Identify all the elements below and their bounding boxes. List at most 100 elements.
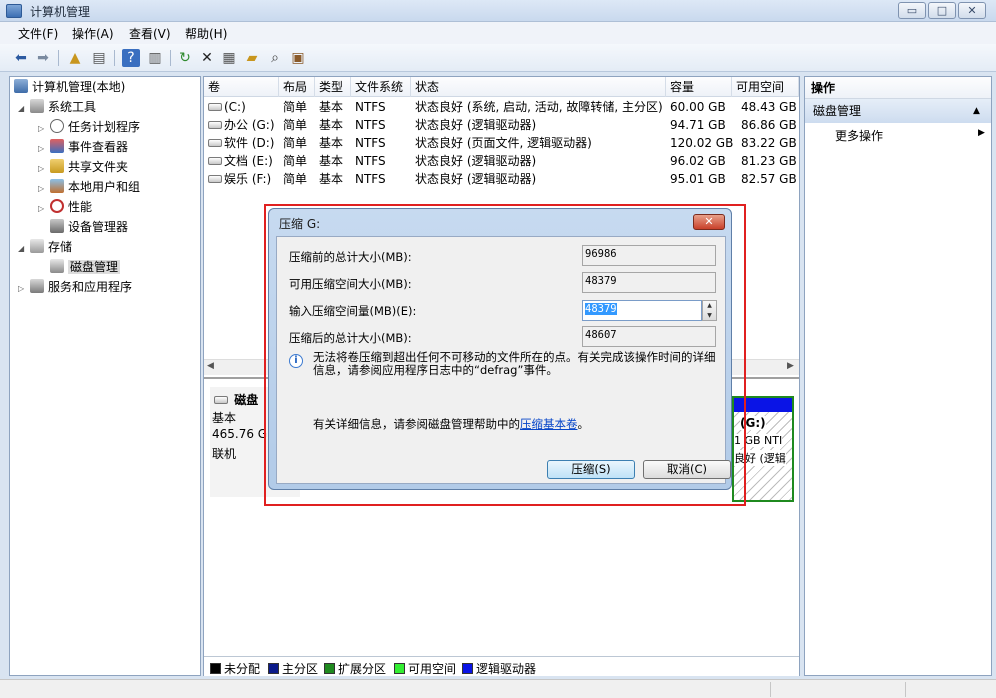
expand-arrow-icon[interactable]: ▷	[38, 139, 50, 159]
legend-swatch	[268, 663, 279, 674]
menu-bar: 文件(F) 操作(A) 查看(V) 帮助(H)	[0, 22, 996, 44]
action-pane-icon[interactable]: ▥	[146, 49, 164, 67]
legend-logical: 逻辑驱动器	[462, 660, 536, 677]
collapse-arrow-icon[interactable]: ◢	[18, 239, 30, 259]
status-divider	[905, 682, 906, 697]
total-before-label: 压缩前的总计大小(MB):	[289, 250, 412, 264]
event-viewer-icon	[50, 139, 64, 153]
menu-action[interactable]: 操作(A)	[72, 25, 114, 42]
device-manager-icon	[50, 219, 64, 233]
column-capacity[interactable]: 容量	[666, 77, 732, 97]
legend-bar: 未分配 主分区 扩展分区 可用空间 逻辑驱动器	[204, 656, 799, 676]
tree-item-event-viewer[interactable]: ▷ 事件查看器	[38, 137, 128, 157]
clock-icon	[50, 119, 64, 133]
status-divider	[770, 682, 771, 697]
cancel-button[interactable]: 取消(C)	[643, 460, 731, 479]
console-tree-icon[interactable]: ▤	[90, 49, 108, 67]
table-row[interactable]: 文档 (E:) 简单 基本 NTFS 状态良好 (逻辑驱动器) 96.02 GB…	[204, 152, 799, 170]
table-row[interactable]: 办公 (G:) 简单 基本 NTFS 状态良好 (逻辑驱动器) 94.71 GB…	[204, 116, 799, 134]
close-window-button[interactable]: ✕	[958, 2, 986, 19]
actions-group-disk-management[interactable]: 磁盘管理 ▲	[805, 99, 991, 123]
legend-swatch	[324, 663, 335, 674]
maximize-button[interactable]: □	[928, 2, 956, 19]
scroll-right-arrow-icon[interactable]: ▶	[787, 361, 794, 371]
expand-arrow-icon[interactable]: ▷	[38, 159, 50, 179]
title-bar: 计算机管理 ▭ □ ✕	[0, 0, 996, 22]
tree-item-root[interactable]: 计算机管理(本地)	[14, 77, 125, 97]
legend-primary: 主分区	[268, 660, 318, 677]
tree-item-disk-management[interactable]: 磁盘管理	[50, 257, 121, 277]
tree-item-system-tools[interactable]: ◢ 系统工具	[18, 97, 96, 117]
drive-icon	[208, 139, 222, 147]
expand-arrow-icon[interactable]: ▷	[18, 279, 30, 299]
table-row[interactable]: (C:) 简单 基本 NTFS 状态良好 (系统, 启动, 活动, 故障转储, …	[204, 98, 799, 116]
expand-arrow-icon[interactable]: ▷	[38, 199, 50, 219]
toolbar-separator	[58, 50, 59, 66]
legend-swatch	[210, 663, 221, 674]
collapse-arrow-icon[interactable]: ◢	[18, 99, 30, 119]
info-icon: i	[289, 354, 303, 368]
spin-down-icon[interactable]: ▼	[703, 311, 716, 321]
table-row[interactable]: 软件 (D:) 简单 基本 NTFS 状态良好 (页面文件, 逻辑驱动器) 12…	[204, 134, 799, 152]
legend-swatch	[394, 663, 405, 674]
help-icon[interactable]: ?	[122, 49, 140, 67]
properties-icon[interactable]: ▦	[220, 49, 238, 67]
shrink-amount-label: 输入压缩空间量(MB)(E):	[289, 304, 417, 318]
storage-icon	[30, 239, 44, 253]
status-bar	[0, 679, 996, 698]
spin-up-icon[interactable]: ▲	[703, 301, 716, 311]
tree-item-performance[interactable]: ▷ 性能	[38, 197, 92, 217]
column-type[interactable]: 类型	[315, 77, 351, 97]
column-volume[interactable]: 卷	[204, 77, 279, 97]
actions-pane: 操作 磁盘管理 ▲ 更多操作 ▶	[804, 76, 992, 676]
tree-item-local-users[interactable]: ▷ 本地用户和组	[38, 177, 140, 197]
search-icon[interactable]: ⌕	[266, 49, 284, 67]
minimize-button[interactable]: ▭	[898, 2, 926, 19]
shrink-dialog: 压缩 G: ✕ 压缩前的总计大小(MB): 96986 可用压缩空间大小(MB)…	[268, 208, 732, 490]
scroll-left-arrow-icon[interactable]: ◀	[207, 361, 214, 371]
tree-item-storage[interactable]: ◢ 存储	[18, 237, 72, 257]
tree-item-services[interactable]: ▷ 服务和应用程序	[18, 277, 132, 297]
menu-view[interactable]: 查看(V)	[129, 25, 171, 42]
drive-icon	[208, 121, 222, 129]
shrink-basic-volume-link[interactable]: 压缩基本卷	[520, 417, 578, 431]
users-icon	[50, 179, 64, 193]
info-message: 无法将卷压缩到超出任何不可移动的文件所在的点。有关完成该操作时间的详细信息，请参…	[313, 350, 716, 377]
help-message: 有关详细信息，请参阅磁盘管理帮助中的压缩基本卷。	[313, 417, 589, 431]
table-row[interactable]: 娱乐 (F:) 简单 基本 NTFS 状态良好 (逻辑驱动器) 95.01 GB…	[204, 170, 799, 188]
expand-arrow-icon[interactable]: ▷	[38, 179, 50, 199]
expand-arrow-icon[interactable]: ▷	[38, 119, 50, 139]
dialog-body: 压缩前的总计大小(MB): 96986 可用压缩空间大小(MB): 48379 …	[276, 236, 731, 484]
toolbar: ⬅ ➡ ▲ ▤ ? ▥ ↻ ✕ ▦ ▰ ⌕ ▣	[0, 44, 996, 72]
menu-file[interactable]: 文件(F)	[18, 25, 58, 42]
tree-item-shared-folders[interactable]: ▷ 共享文件夹	[38, 157, 128, 177]
disk-properties-icon[interactable]: ▣	[289, 49, 307, 67]
column-status[interactable]: 状态	[411, 77, 666, 97]
submenu-arrow-icon[interactable]: ▶	[978, 128, 985, 138]
disk-label: 磁盘	[214, 391, 258, 408]
up-folder-icon[interactable]: ▲	[66, 49, 84, 67]
dialog-close-button[interactable]: ✕	[693, 214, 725, 230]
services-icon	[30, 279, 44, 293]
collapse-up-icon[interactable]: ▲	[973, 99, 980, 123]
more-actions-item[interactable]: 更多操作	[835, 127, 883, 144]
shrink-amount-stepper[interactable]: ▲ ▼	[702, 300, 717, 321]
shrink-amount-input[interactable]: 48379	[582, 300, 702, 321]
tree-item-device-manager[interactable]: 设备管理器	[50, 217, 128, 237]
tree-item-task-scheduler[interactable]: ▷ 任务计划程序	[38, 117, 140, 137]
column-layout[interactable]: 布局	[279, 77, 315, 97]
legend-extended: 扩展分区	[324, 660, 386, 677]
volume-table-header: 卷 布局 类型 文件系统 状态 容量 可用空间	[204, 77, 799, 97]
drive-icon	[208, 157, 222, 165]
menu-help[interactable]: 帮助(H)	[185, 25, 227, 42]
back-arrow-icon[interactable]: ⬅	[12, 49, 30, 67]
delete-icon[interactable]: ✕	[198, 49, 216, 67]
open-folder-icon[interactable]: ▰	[243, 49, 261, 67]
refresh-icon[interactable]: ↻	[176, 49, 194, 67]
column-filesystem[interactable]: 文件系统	[351, 77, 411, 97]
shrink-button[interactable]: 压缩(S)	[547, 460, 635, 479]
column-free-space[interactable]: 可用空间	[732, 77, 799, 97]
toolbar-separator	[114, 50, 115, 66]
drive-icon	[208, 103, 222, 111]
forward-arrow-icon[interactable]: ➡	[34, 49, 52, 67]
